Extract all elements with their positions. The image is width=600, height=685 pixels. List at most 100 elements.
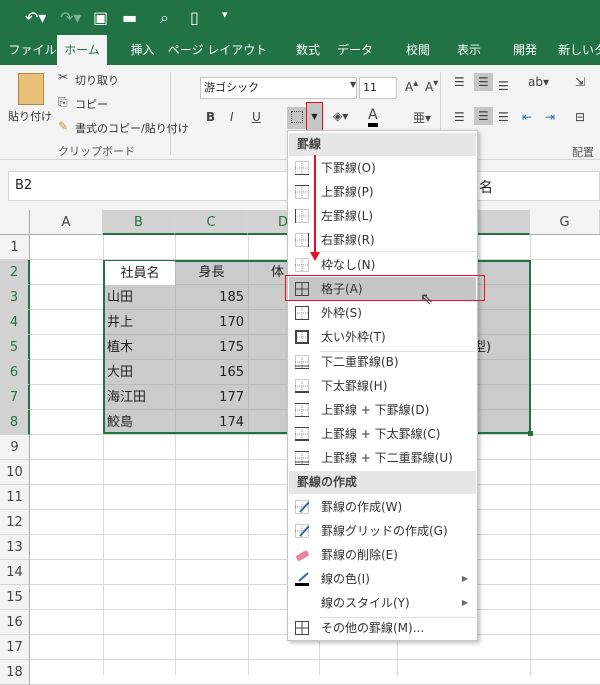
column-header-c[interactable]: C [175,210,248,235]
borders-button[interactable] [287,107,307,129]
tab-data[interactable]: データ [330,35,380,65]
tab-formulas[interactable]: 数式 [283,35,333,65]
cell-c2[interactable]: 身長 [175,260,248,285]
menu-item-bottom-double-border[interactable]: 下二重罫線(B) [289,350,476,374]
row-header-11[interactable]: 11 [0,485,30,510]
cell-name[interactable]: 山田 [104,285,175,310]
tab-view[interactable]: 表示 [444,35,494,65]
cut-button[interactable]: 切り取り [75,72,119,88]
menu-item-top-thick-bottom-border[interactable]: 上罫線 + 下太罫線(C) [289,422,476,446]
save-icon[interactable]: ▣ [93,8,108,27]
underline-button[interactable]: U [252,110,261,124]
decrease-font-icon[interactable]: A▾ [425,78,438,94]
align-left-icon[interactable]: ☰ [454,110,465,124]
cell-name[interactable]: 井上 [104,310,175,335]
increase-indent-icon[interactable]: ⇥ [545,110,555,124]
font-name-select[interactable]: 游ゴシック [200,77,357,99]
row-header-13[interactable]: 13 [0,535,30,560]
decrease-indent-icon[interactable]: ⇤ [522,110,532,124]
row-header-8[interactable]: 8 [0,410,30,435]
align-bottom-icon[interactable]: ☰ [498,79,509,93]
menu-item-line-color[interactable]: 線の色(I) ▶ [289,567,476,591]
menu-item-top-double-bottom-border[interactable]: 上罫線 + 下二重罫線(U) [289,446,476,470]
formula-input[interactable]: 名 [470,171,600,201]
cell-height[interactable]: 174 [175,410,247,435]
italic-button[interactable]: I [230,110,234,124]
select-all-button[interactable] [0,210,30,235]
align-right-icon[interactable]: ☰ [498,110,509,124]
row-header-16[interactable]: 16 [0,610,30,635]
merge-center-icon[interactable]: ⊟ [575,110,585,124]
tab-new[interactable]: 新しいタ [558,35,600,65]
customize-icon[interactable]: ▾ [222,8,228,21]
row-header-17[interactable]: 17 [0,635,30,660]
row-header-18[interactable]: 18 [0,660,30,685]
cell-height[interactable]: 170 [175,310,247,335]
orientation-icon[interactable]: ab▾ [528,75,549,89]
cell-height[interactable]: 165 [175,360,247,385]
row-header-6[interactable]: 6 [0,360,30,385]
increase-font-icon[interactable]: A▴ [405,78,418,94]
column-header-g[interactable]: G [530,210,600,235]
row-header-2[interactable]: 2 [0,260,30,285]
tab-home[interactable]: ホーム [57,35,107,65]
cell-name[interactable]: 植木 [104,335,175,360]
menu-item-line-style[interactable]: 線のスタイル(Y) ▶ [289,591,476,615]
tab-file[interactable]: ファイル [5,35,60,65]
tab-developer[interactable]: 開発 [500,35,550,65]
row-header-9[interactable]: 9 [0,435,30,460]
paste-button[interactable]: 貼り付け [8,108,52,124]
redo-icon[interactable]: ↷▾ [60,8,81,27]
font-color-icon[interactable]: A [368,107,378,127]
font-size-select[interactable]: 11 [359,77,397,99]
phonetic-icon[interactable]: 亜▾ [413,109,431,126]
menu-item-draw-border-grid[interactable]: 罫線グリッドの作成(G) [289,519,476,543]
row-header-3[interactable]: 3 [0,285,30,310]
borders-dropdown-button[interactable]: ▼ [306,102,323,132]
print-preview-icon[interactable]: ⌕ [160,8,169,28]
column-header-b[interactable]: B [103,210,175,235]
cell-name[interactable]: 海江田 [104,385,175,410]
menu-item-top-bottom-border[interactable]: 上罫線 + 下罫線(D) [289,398,476,422]
menu-item-top-border[interactable]: 上罫線(P) [289,180,476,204]
cell-height[interactable]: 177 [175,385,247,410]
menu-item-more-borders[interactable]: その他の罫線(M)... [289,616,476,640]
undo-icon[interactable]: ↶▾ [25,8,46,27]
row-header-15[interactable]: 15 [0,585,30,610]
menu-item-eraser[interactable]: 罫線の削除(E) [289,543,476,567]
cell-b2[interactable]: 社員名 [105,261,175,285]
fill-handle[interactable] [528,431,533,436]
cell-name[interactable]: 鮫島 [104,410,175,435]
menu-item-draw-border[interactable]: 罫線の作成(W) [289,495,476,519]
cell-height[interactable]: 185 [175,285,247,310]
open-icon[interactable]: ▬ [122,8,137,27]
wrap-text-icon[interactable]: ⇲ [575,75,585,89]
menu-item-left-border[interactable]: 左罫線(L) [289,204,476,228]
menu-item-thick-box-border[interactable]: 太い外枠(T) [289,325,476,349]
tab-review[interactable]: 校閲 [393,35,443,65]
row-header-5[interactable]: 5 [0,335,30,360]
align-middle-icon[interactable]: ☰ [474,73,493,91]
menu-item-right-border[interactable]: 右罫線(R) [289,228,476,252]
align-center-icon[interactable]: ☰ [474,107,493,125]
column-header-a[interactable]: A [30,210,103,235]
row-header-7[interactable]: 7 [0,385,30,410]
row-header-10[interactable]: 10 [0,460,30,485]
name-box[interactable]: B2 [8,171,288,201]
format-painter-button[interactable]: 書式のコピー/貼り付け [75,120,189,136]
copy-button[interactable]: コピー [75,96,108,112]
tab-page-layout[interactable]: ページ レイアウト [160,35,275,65]
fill-color-icon[interactable]: ◈▾ [333,109,348,123]
row-header-12[interactable]: 12 [0,510,30,535]
new-icon[interactable]: ▯ [190,8,199,27]
menu-item-outside-borders[interactable]: 外枠(S) [289,301,476,325]
row-header-1[interactable]: 1 [0,235,30,260]
paste-icon[interactable] [18,73,44,105]
menu-item-bottom-border[interactable]: 下罫線(O) [289,156,476,180]
align-top-icon[interactable]: ☰ [454,75,465,89]
bold-button[interactable]: B [206,110,215,124]
row-header-4[interactable]: 4 [0,310,30,335]
row-header-14[interactable]: 14 [0,560,30,585]
menu-item-thick-bottom-border[interactable]: 下太罫線(H) [289,374,476,398]
cell-name[interactable]: 大田 [104,360,175,385]
